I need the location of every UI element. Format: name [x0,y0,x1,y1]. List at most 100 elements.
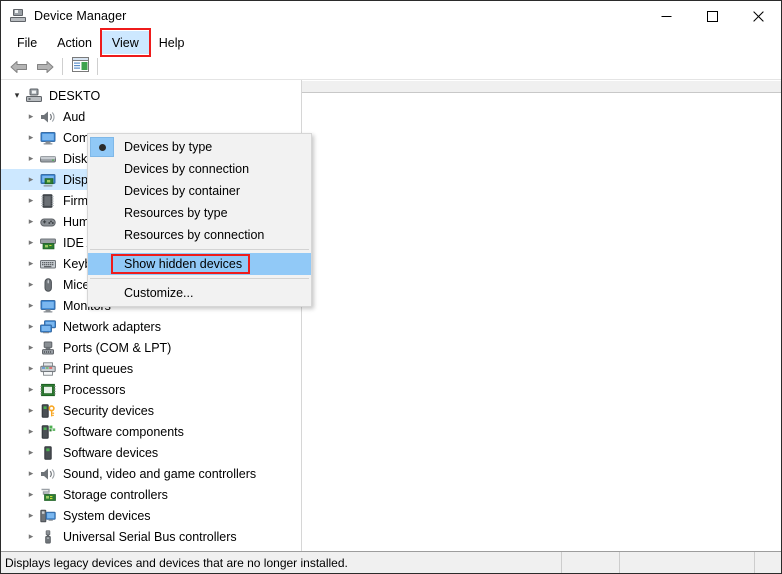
menu-item-label: Devices by connection [124,162,250,176]
tree-label-processors: Processors [63,382,126,397]
close-button[interactable] [735,1,781,31]
toolbar [1,54,781,80]
show-hide-console-tree-button[interactable] [67,55,93,79]
chevron-down-icon[interactable]: ▾ [9,90,25,101]
menu-help[interactable]: Help [149,31,195,54]
display-adapter-icon [39,172,57,188]
console-tree-icon [71,56,89,77]
tree-row-print-queues[interactable]: ▸ Print queues [1,358,301,379]
back-button[interactable] [6,55,32,79]
chevron-right-icon[interactable]: ▸ [23,321,39,332]
chevron-right-icon[interactable]: ▸ [23,363,39,374]
menu-separator-2 [90,278,309,279]
forward-button[interactable] [32,55,58,79]
menu-item-resources-by-type[interactable]: Resources by type [88,202,311,224]
tree-row-software-components[interactable]: ▸ Software components [1,421,301,442]
mouse-icon [39,277,57,293]
tree-row-ports[interactable]: ▸ Ports (COM & LPT) [1,337,301,358]
tree-row-processors[interactable]: ▸ Processors [1,379,301,400]
tree-row-audio[interactable]: ▸ Aud [1,106,301,127]
tree-row-storage-controllers[interactable]: ▸ Storage controllers [1,484,301,505]
menu-view[interactable]: View [99,28,151,57]
menu-gutter [88,253,116,275]
tree-label-usb-controllers: Universal Serial Bus controllers [63,529,237,544]
security-device-icon [39,403,57,419]
chevron-right-icon[interactable]: ▸ [23,531,39,542]
tree-label-storage-controllers: Storage controllers [63,487,168,502]
tree-label-sound-video-game-controllers: Sound, video and game controllers [63,466,257,481]
menu-file[interactable]: File [7,31,47,54]
menu-item-show-hidden-devices[interactable]: Show hidden devices [88,253,311,275]
status-message: Displays legacy devices and devices that… [1,552,562,573]
monitor-icon [39,130,57,146]
arrow-left-icon [10,60,28,74]
menu-item-label: Resources by connection [124,228,265,242]
menu-item-label: Resources by type [124,206,228,220]
tree-label-human-interface-devices: Hum [63,214,90,229]
minimize-button[interactable] [643,1,689,31]
firmware-icon [39,193,57,209]
menu-gutter [88,180,116,202]
software-device-icon [39,445,57,461]
window-controls [643,1,781,31]
chevron-right-icon[interactable]: ▸ [23,111,39,122]
menu-bar: File Action View Help [1,28,781,57]
menu-item-devices-by-container[interactable]: Devices by container [88,180,311,202]
tree-row-sound-video-game-controllers[interactable]: ▸ Sound, video and game controllers [1,463,301,484]
menu-item-label: Devices by type [124,140,213,154]
printer-icon [39,361,57,377]
arrow-right-icon [36,60,54,74]
chevron-right-icon[interactable]: ▸ [23,489,39,500]
tree-row-usb-controllers[interactable]: ▸ Universal Serial Bus controllers [1,526,301,547]
chevron-right-icon[interactable]: ▸ [23,216,39,227]
chevron-right-icon[interactable]: ▸ [23,342,39,353]
toolbar-separator-2 [97,58,98,75]
tree-label-software-components: Software components [63,424,184,439]
network-adapter-icon [39,319,57,335]
chevron-right-icon[interactable]: ▸ [23,384,39,395]
details-pane[interactable] [302,81,781,551]
menu-gutter [88,158,116,180]
disk-icon [39,151,57,167]
menu-gutter [88,224,116,246]
chevron-right-icon[interactable]: ▸ [23,174,39,185]
maximize-button[interactable] [689,1,735,31]
menu-item-devices-by-type[interactable]: Devices by type [88,136,311,158]
radio-selected-icon [90,137,114,157]
chevron-right-icon[interactable]: ▸ [23,132,39,143]
chevron-right-icon[interactable]: ▸ [23,258,39,269]
chevron-right-icon[interactable]: ▸ [23,447,39,458]
chevron-right-icon[interactable]: ▸ [23,300,39,311]
chevron-right-icon[interactable]: ▸ [23,468,39,479]
menu-item-resources-by-connection[interactable]: Resources by connection [88,224,311,246]
keyboard-icon [39,256,57,272]
chevron-right-icon[interactable]: ▸ [23,153,39,164]
speaker-icon [39,466,57,482]
tree-label-network-adapters: Network adapters [63,319,161,334]
chevron-right-icon[interactable]: ▸ [23,279,39,290]
view-menu-dropdown[interactable]: Devices by type Devices by connection De… [87,133,312,307]
tree-label-audio: Aud [63,109,86,124]
tree-row-security-devices[interactable]: ▸ Security devices [1,400,301,421]
title-bar: Device Manager [1,1,781,31]
chevron-right-icon[interactable]: ▸ [23,195,39,206]
port-icon [39,340,57,356]
tree-row-root[interactable]: ▾ DESKTO [1,85,301,106]
menu-item-customize[interactable]: Customize... [88,282,311,304]
menu-item-devices-by-connection[interactable]: Devices by connection [88,158,311,180]
tree-row-network-adapters[interactable]: ▸ Network adapters [1,316,301,337]
tree-label-system-devices: System devices [63,508,151,523]
menu-action[interactable]: Action [47,31,102,54]
device-manager-icon [10,8,26,24]
chevron-right-icon[interactable]: ▸ [23,510,39,521]
chevron-right-icon[interactable]: ▸ [23,237,39,248]
speaker-icon [39,109,57,125]
computer-icon [25,88,43,104]
chevron-right-icon[interactable]: ▸ [23,426,39,437]
tree-row-software-devices[interactable]: ▸ Software devices [1,442,301,463]
chevron-right-icon[interactable]: ▸ [23,405,39,416]
status-cell-2 [562,552,620,573]
tree-row-system-devices[interactable]: ▸ System devices [1,505,301,526]
system-device-icon [39,508,57,524]
tree-label-disk-drives: Disk [63,151,88,166]
